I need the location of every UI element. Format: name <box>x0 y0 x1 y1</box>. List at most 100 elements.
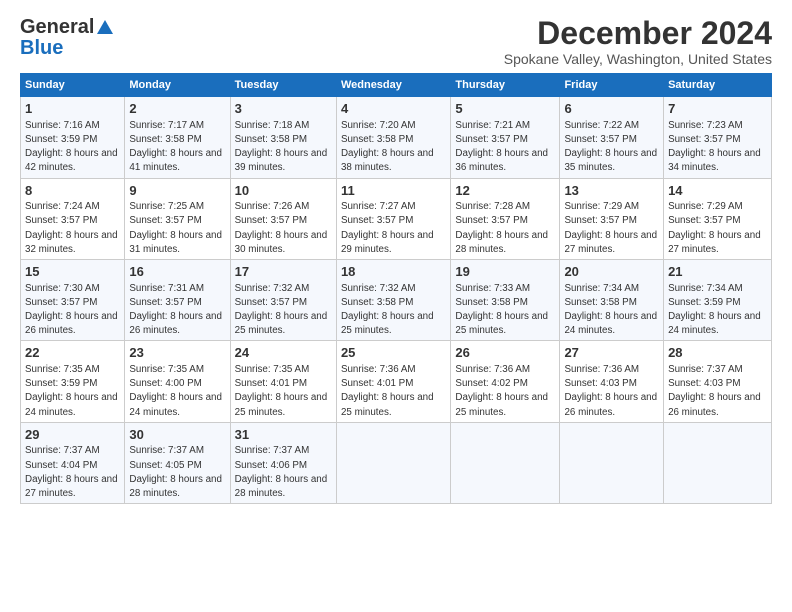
day-number: 10 <box>235 182 332 200</box>
day-cell: 16 Sunrise: 7:31 AMSunset: 3:57 PMDayligh… <box>125 260 230 341</box>
day-number: 6 <box>564 100 659 118</box>
logo: General Blue <box>20 16 113 60</box>
day-number: 15 <box>25 263 120 281</box>
header-cell-wednesday: Wednesday <box>336 74 450 97</box>
day-cell: 10Sunrise: 7:26 AMSunset: 3:57 PMDayligh… <box>230 178 336 259</box>
day-cell: 1 Sunrise: 7:16 AMSunset: 3:59 PMDaylight… <box>21 97 125 178</box>
day-number: 24 <box>235 344 332 362</box>
day-number: 7 <box>668 100 767 118</box>
day-number: 28 <box>668 344 767 362</box>
day-number: 4 <box>341 100 446 118</box>
day-number: 30 <box>129 426 225 444</box>
day-info: Sunrise: 7:18 AMSunset: 3:58 PMDaylight:… <box>235 120 328 174</box>
main-title: December 2024 <box>504 16 772 51</box>
day-cell: 24 Sunrise: 7:35 AMSunset: 4:01 PMDayligh… <box>230 341 336 422</box>
day-info: Sunrise: 7:17 AMSunset: 3:58 PMDaylight:… <box>129 120 222 174</box>
day-cell: 5 Sunrise: 7:21 AMSunset: 3:57 PMDaylight… <box>451 97 560 178</box>
day-cell: 19 Sunrise: 7:33 AMSunset: 3:58 PMDayligh… <box>451 260 560 341</box>
day-cell: 15Sunrise: 7:30 AMSunset: 3:57 PMDayligh… <box>21 260 125 341</box>
day-cell: 25Sunrise: 7:36 AMSunset: 4:01 PMDayligh… <box>336 341 450 422</box>
day-number: 1 <box>25 100 120 118</box>
day-cell: 11Sunrise: 7:27 AMSunset: 3:57 PMDayligh… <box>336 178 450 259</box>
day-info: Sunrise: 7:32 AMSunset: 3:57 PMDaylight:… <box>235 283 328 337</box>
day-cell: 22 Sunrise: 7:35 AMSunset: 3:59 PMDayligh… <box>21 341 125 422</box>
day-number: 23 <box>129 344 225 362</box>
day-number: 11 <box>341 182 446 200</box>
day-info: Sunrise: 7:37 AMSunset: 4:05 PMDaylight:… <box>129 445 222 499</box>
day-info: Sunrise: 7:36 AMSunset: 4:03 PMDaylight:… <box>564 364 657 418</box>
day-info: Sunrise: 7:31 AMSunset: 3:57 PMDaylight:… <box>129 283 222 337</box>
day-number: 18 <box>341 263 446 281</box>
day-cell: 30Sunrise: 7:37 AMSunset: 4:05 PMDayligh… <box>125 422 230 503</box>
day-info: Sunrise: 7:29 AMSunset: 3:57 PMDaylight:… <box>668 201 761 255</box>
day-info: Sunrise: 7:36 AMSunset: 4:02 PMDaylight:… <box>455 364 548 418</box>
week-row-4: 22 Sunrise: 7:35 AMSunset: 3:59 PMDayligh… <box>21 341 772 422</box>
day-number: 17 <box>235 263 332 281</box>
day-info: Sunrise: 7:36 AMSunset: 4:01 PMDaylight:… <box>341 364 434 418</box>
day-number: 20 <box>564 263 659 281</box>
day-cell: 7 Sunrise: 7:23 AMSunset: 3:57 PMDaylight… <box>664 97 772 178</box>
day-cell: 9Sunrise: 7:25 AMSunset: 3:57 PMDaylight… <box>125 178 230 259</box>
day-info: Sunrise: 7:35 AMSunset: 4:01 PMDaylight:… <box>235 364 328 418</box>
day-cell: 17 Sunrise: 7:32 AMSunset: 3:57 PMDayligh… <box>230 260 336 341</box>
header-cell-thursday: Thursday <box>451 74 560 97</box>
day-info: Sunrise: 7:27 AMSunset: 3:57 PMDaylight:… <box>341 201 434 255</box>
day-number: 27 <box>564 344 659 362</box>
day-info: Sunrise: 7:25 AMSunset: 3:57 PMDaylight:… <box>129 201 222 255</box>
day-cell: 31Sunrise: 7:37 AMSunset: 4:06 PMDayligh… <box>230 422 336 503</box>
day-info: Sunrise: 7:35 AMSunset: 3:59 PMDaylight:… <box>25 364 118 418</box>
day-info: Sunrise: 7:22 AMSunset: 3:57 PMDaylight:… <box>564 120 657 174</box>
header: General Blue December 2024 Spokane Valle… <box>20 16 772 67</box>
day-info: Sunrise: 7:34 AMSunset: 3:59 PMDaylight:… <box>668 283 761 337</box>
week-row-3: 15Sunrise: 7:30 AMSunset: 3:57 PMDayligh… <box>21 260 772 341</box>
week-row-5: 29Sunrise: 7:37 AMSunset: 4:04 PMDayligh… <box>21 422 772 503</box>
page: General Blue December 2024 Spokane Valle… <box>0 0 792 612</box>
day-info: Sunrise: 7:37 AMSunset: 4:03 PMDaylight:… <box>668 364 761 418</box>
day-cell: 3 Sunrise: 7:18 AMSunset: 3:58 PMDaylight… <box>230 97 336 178</box>
day-cell: 20 Sunrise: 7:34 AMSunset: 3:58 PMDayligh… <box>560 260 664 341</box>
day-cell: 23Sunrise: 7:35 AMSunset: 4:00 PMDayligh… <box>125 341 230 422</box>
day-cell <box>336 422 450 503</box>
day-cell <box>664 422 772 503</box>
title-area: December 2024 Spokane Valley, Washington… <box>504 16 772 67</box>
header-cell-monday: Monday <box>125 74 230 97</box>
day-number: 13 <box>564 182 659 200</box>
day-cell <box>560 422 664 503</box>
day-number: 19 <box>455 263 555 281</box>
day-cell: 28 Sunrise: 7:37 AMSunset: 4:03 PMDayligh… <box>664 341 772 422</box>
day-info: Sunrise: 7:32 AMSunset: 3:58 PMDaylight:… <box>341 283 434 337</box>
day-info: Sunrise: 7:24 AMSunset: 3:57 PMDaylight:… <box>25 201 118 255</box>
day-cell <box>451 422 560 503</box>
day-number: 3 <box>235 100 332 118</box>
logo-line2: Blue <box>20 37 63 60</box>
day-info: Sunrise: 7:28 AMSunset: 3:57 PMDaylight:… <box>455 201 548 255</box>
header-cell-saturday: Saturday <box>664 74 772 97</box>
logo-line1: General <box>20 16 113 39</box>
day-info: Sunrise: 7:16 AMSunset: 3:59 PMDaylight:… <box>25 120 118 174</box>
day-cell: 12Sunrise: 7:28 AMSunset: 3:57 PMDayligh… <box>451 178 560 259</box>
subtitle: Spokane Valley, Washington, United State… <box>504 51 772 67</box>
header-cell-tuesday: Tuesday <box>230 74 336 97</box>
day-info: Sunrise: 7:37 AMSunset: 4:04 PMDaylight:… <box>25 445 118 499</box>
day-number: 5 <box>455 100 555 118</box>
day-cell: 14Sunrise: 7:29 AMSunset: 3:57 PMDayligh… <box>664 178 772 259</box>
day-number: 8 <box>25 182 120 200</box>
day-info: Sunrise: 7:20 AMSunset: 3:58 PMDaylight:… <box>341 120 434 174</box>
day-info: Sunrise: 7:34 AMSunset: 3:58 PMDaylight:… <box>564 283 657 337</box>
header-row: SundayMondayTuesdayWednesdayThursdayFrid… <box>21 74 772 97</box>
day-number: 16 <box>129 263 225 281</box>
day-number: 22 <box>25 344 120 362</box>
day-cell: 8Sunrise: 7:24 AMSunset: 3:57 PMDaylight… <box>21 178 125 259</box>
day-cell: 2 Sunrise: 7:17 AMSunset: 3:58 PMDaylight… <box>125 97 230 178</box>
day-info: Sunrise: 7:33 AMSunset: 3:58 PMDaylight:… <box>455 283 548 337</box>
day-info: Sunrise: 7:26 AMSunset: 3:57 PMDaylight:… <box>235 201 328 255</box>
day-info: Sunrise: 7:21 AMSunset: 3:57 PMDaylight:… <box>455 120 548 174</box>
day-info: Sunrise: 7:29 AMSunset: 3:57 PMDaylight:… <box>564 201 657 255</box>
day-number: 26 <box>455 344 555 362</box>
day-number: 2 <box>129 100 225 118</box>
week-row-1: 1 Sunrise: 7:16 AMSunset: 3:59 PMDaylight… <box>21 97 772 178</box>
day-info: Sunrise: 7:23 AMSunset: 3:57 PMDaylight:… <box>668 120 761 174</box>
logo-general: General <box>20 16 94 39</box>
day-cell: 13Sunrise: 7:29 AMSunset: 3:57 PMDayligh… <box>560 178 664 259</box>
header-cell-friday: Friday <box>560 74 664 97</box>
